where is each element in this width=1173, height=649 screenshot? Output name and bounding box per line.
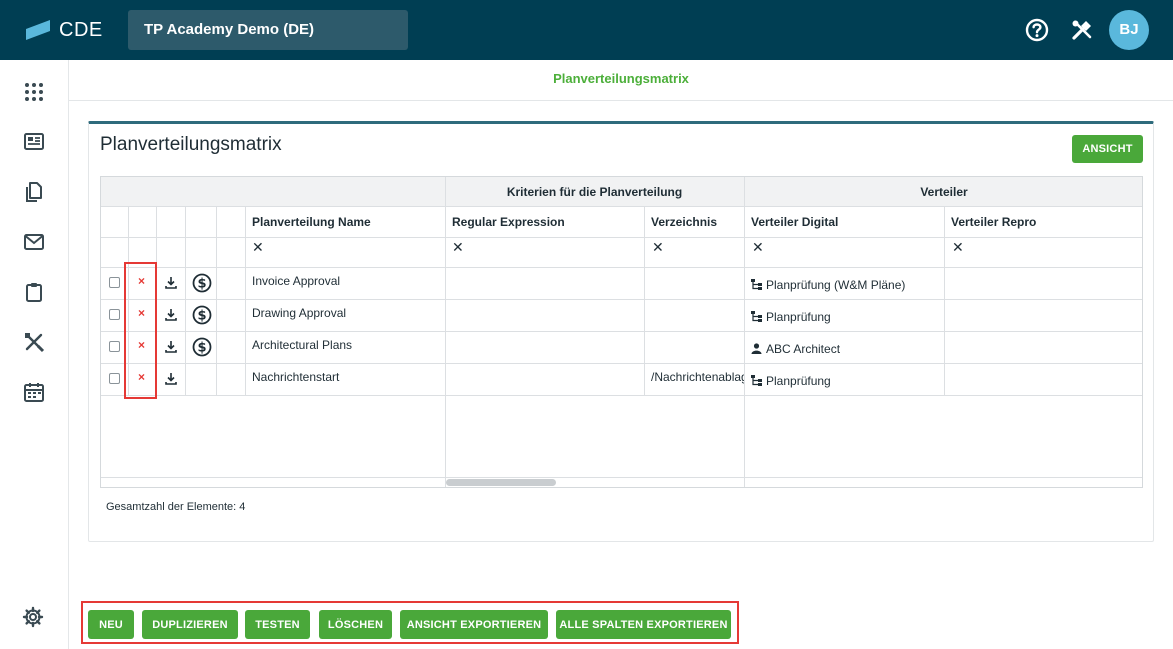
column-header-name[interactable]: Planverteilung Name	[245, 207, 445, 237]
design-tools-icon[interactable]	[23, 331, 45, 353]
cell-dist-digital[interactable]: Planprüfung	[744, 369, 944, 401]
cell-name[interactable]: Drawing Approval	[245, 301, 445, 333]
new-button[interactable]: NEU	[88, 610, 134, 639]
cell-directory[interactable]: /Nachrichtenablag	[644, 365, 744, 397]
dist-digital-label: Planprüfung	[766, 374, 831, 388]
project-selector[interactable]: TP Academy Demo (DE)	[128, 10, 408, 50]
horizontal-scrollbar[interactable]	[446, 477, 744, 487]
dist-digital-label: Planprüfung	[766, 310, 831, 324]
cell-name[interactable]: Nachrichtenstart	[245, 365, 445, 397]
dollar-icon[interactable]: $	[192, 273, 212, 293]
duplicate-button[interactable]: DUPLIZIEREN	[142, 610, 238, 639]
export-view-button[interactable]: ANSICHT EXPORTIEREN	[400, 610, 548, 639]
settings-gear-icon[interactable]	[22, 606, 44, 628]
org-chart-icon	[751, 311, 762, 322]
org-chart-icon	[751, 375, 762, 386]
dollar-icon[interactable]: $	[192, 337, 212, 357]
column-header-regex[interactable]: Regular Expression	[445, 207, 644, 237]
row-checkbox[interactable]	[109, 373, 120, 384]
filter-clear-directory[interactable]: ✕	[652, 239, 664, 256]
cell-dist-digital[interactable]: Planprüfung	[744, 305, 944, 337]
cell-name[interactable]: Architectural Plans	[245, 333, 445, 365]
filter-clear-name[interactable]: ✕	[252, 239, 264, 256]
dist-digital-label: ABC Architect	[766, 342, 841, 356]
delete-column-highlight	[124, 262, 157, 399]
download-icon[interactable]	[165, 308, 177, 321]
download-icon[interactable]	[165, 276, 177, 289]
cell-dist-digital[interactable]: ABC Architect	[744, 337, 944, 369]
row-checkbox[interactable]	[109, 341, 120, 352]
panel-title: Planverteilungsmatrix	[100, 134, 282, 155]
export-all-columns-button[interactable]: ALLE SPALTEN EXPORTIEREN	[556, 610, 731, 639]
calendar-icon[interactable]	[23, 381, 45, 403]
person-icon	[751, 343, 762, 354]
dollar-icon[interactable]: $	[192, 305, 212, 325]
sidebar	[0, 60, 69, 649]
apps-grid-icon[interactable]	[23, 81, 45, 103]
filter-clear-dist-digital[interactable]: ✕	[752, 239, 764, 256]
delete-button[interactable]: LÖSCHEN	[319, 610, 392, 639]
documents-icon[interactable]	[23, 181, 45, 203]
matrix-grid: Kriterien für die Planverteilung Verteil…	[100, 176, 1143, 488]
org-chart-icon	[751, 279, 762, 290]
svg-text:$: $	[197, 277, 206, 292]
group-distributor: Verteiler	[920, 185, 968, 199]
total-count: Gesamtzahl der Elemente: 4	[106, 501, 246, 513]
clipboard-icon[interactable]	[23, 281, 45, 303]
row-checkbox[interactable]	[109, 277, 120, 288]
tools-icon[interactable]	[1069, 17, 1095, 43]
user-avatar[interactable]: BJ	[1109, 10, 1149, 50]
mail-icon[interactable]	[23, 231, 45, 253]
view-button[interactable]: ANSICHT	[1072, 135, 1143, 163]
test-button[interactable]: TESTEN	[245, 610, 310, 639]
page-subheader: Planverteilungsmatrix	[69, 60, 1173, 101]
filter-clear-regex[interactable]: ✕	[452, 239, 464, 256]
logo-mark-icon	[26, 20, 50, 40]
dashboard-icon[interactable]	[23, 131, 45, 153]
row-checkbox[interactable]	[109, 309, 120, 320]
column-header-directory[interactable]: Verzeichnis	[644, 207, 744, 237]
filter-clear-dist-repro[interactable]: ✕	[952, 239, 964, 256]
column-header-dist-digital[interactable]: Verteiler Digital	[744, 207, 944, 237]
cell-dist-digital[interactable]: Planprüfung (W&M Pläne)	[744, 273, 944, 305]
matrix-panel: Planverteilungsmatrix ANSICHT Kriterien …	[88, 121, 1154, 542]
logo-text: CDE	[59, 18, 103, 41]
svg-text:$: $	[197, 309, 206, 324]
dist-digital-label: Planprüfung (W&M Pläne)	[766, 278, 906, 292]
cell-name[interactable]: Invoice Approval	[245, 269, 445, 301]
top-bar: CDE TP Academy Demo (DE) BJ	[0, 0, 1173, 60]
download-icon[interactable]	[165, 372, 177, 385]
svg-text:$: $	[197, 341, 206, 356]
download-icon[interactable]	[165, 340, 177, 353]
scrollbar-thumb[interactable]	[446, 479, 556, 486]
help-icon[interactable]	[1024, 17, 1050, 43]
column-header-dist-repro[interactable]: Verteiler Repro	[944, 207, 1142, 237]
group-criteria: Kriterien für die Planverteilung	[506, 185, 683, 199]
app-logo[interactable]: CDE	[26, 18, 116, 42]
